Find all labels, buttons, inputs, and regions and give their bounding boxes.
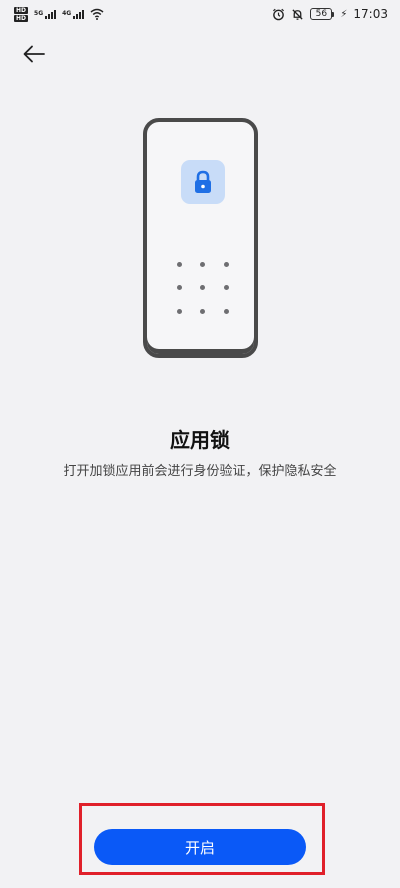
pattern-dot [200,262,206,268]
lock-tile [181,160,225,204]
pattern-dot [177,308,183,314]
status-time: 17:03 [353,7,388,21]
battery-icon: 56 [310,8,335,20]
back-button[interactable] [18,38,50,70]
status-bar-right: 56 ⚡ 17:03 [272,7,388,21]
pattern-dot [223,262,229,268]
network-type-1: 5G [34,9,44,17]
signal-icon-2: 4G [62,9,85,19]
pattern-dot [200,308,206,314]
status-bar-left: HD HD 5G 4G [14,6,104,22]
charging-icon: ⚡ [340,8,348,20]
hd-indicator: HD HD [14,6,29,22]
pattern-dot [177,285,183,291]
alarm-icon [273,8,285,20]
pattern-dot [223,308,229,314]
enable-button[interactable]: 开启 [94,829,306,865]
signal-icon: 5G [34,9,57,19]
phone-illustration [143,118,258,358]
wifi-icon [90,8,104,20]
page-description: 打开加锁应用前会进行身份验证，保护隐私安全 [63,464,337,479]
arrow-left-icon [23,45,45,63]
pattern-grid [168,253,238,323]
pattern-dot [200,285,206,291]
lock-icon [195,170,211,193]
network-type-2: 4G [62,9,72,17]
hd-badge-2: HD [14,14,29,22]
mute-icon [292,8,303,20]
pattern-dot [223,285,229,291]
page-title: 应用锁 [170,428,230,452]
hd-badge-1: HD [14,6,29,14]
pattern-dot [177,262,183,268]
status-bar: HD HD 5G 4G 56 ⚡ 17:03 [0,0,400,28]
